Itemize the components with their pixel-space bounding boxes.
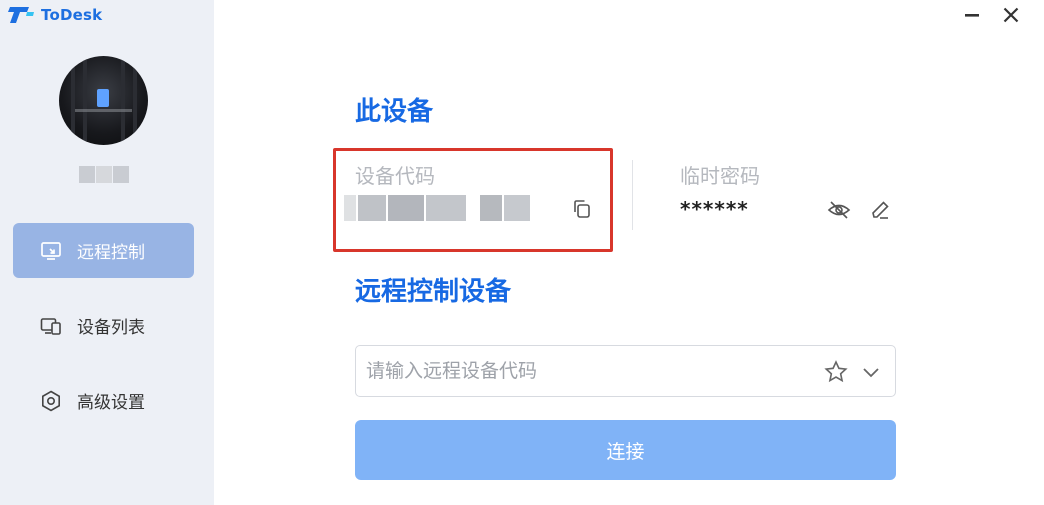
close-icon [1003,7,1019,23]
remote-code-field[interactable] [355,345,896,397]
remote-code-input[interactable] [366,360,806,382]
sidebar-item-remote-control[interactable]: 远程控制 [13,223,194,278]
remote-device-title: 远程控制设备 [355,277,512,307]
sidebar-item-advanced-settings[interactable]: 高级设置 [13,373,194,428]
sidebar-item-label: 远程控制 [77,243,145,263]
remote-control-icon [41,241,61,260]
todesk-logo-icon [8,7,34,23]
temp-password-label: 临时密码 [680,164,760,188]
sidebar-item-label: 高级设置 [77,393,145,413]
minimize-icon [965,14,979,17]
sidebar-item-label: 设备列表 [77,318,145,338]
username-blurred [79,166,129,183]
this-device-title: 此设备 [355,97,434,127]
sidebar-item-device-list[interactable]: 设备列表 [13,298,194,353]
edit-icon[interactable] [868,198,892,222]
eye-hidden-icon[interactable] [826,198,852,222]
chevron-down-icon[interactable] [859,360,883,384]
star-icon[interactable] [823,359,849,385]
connect-button[interactable]: 连接 [355,420,896,480]
device-code-highlight-box [333,148,613,252]
sidebar: ToDesk 远程控制 设备列表 高级设置 [0,0,214,505]
close-button[interactable] [1000,4,1022,26]
avatar[interactable] [59,56,148,145]
device-list-icon [40,317,61,335]
app-title: ToDesk [7,4,102,26]
settings-icon [42,390,60,411]
minimize-button[interactable] [961,4,983,26]
divider [632,160,633,230]
temp-password-value: ****** [680,197,749,221]
app-name: ToDesk [41,6,103,24]
